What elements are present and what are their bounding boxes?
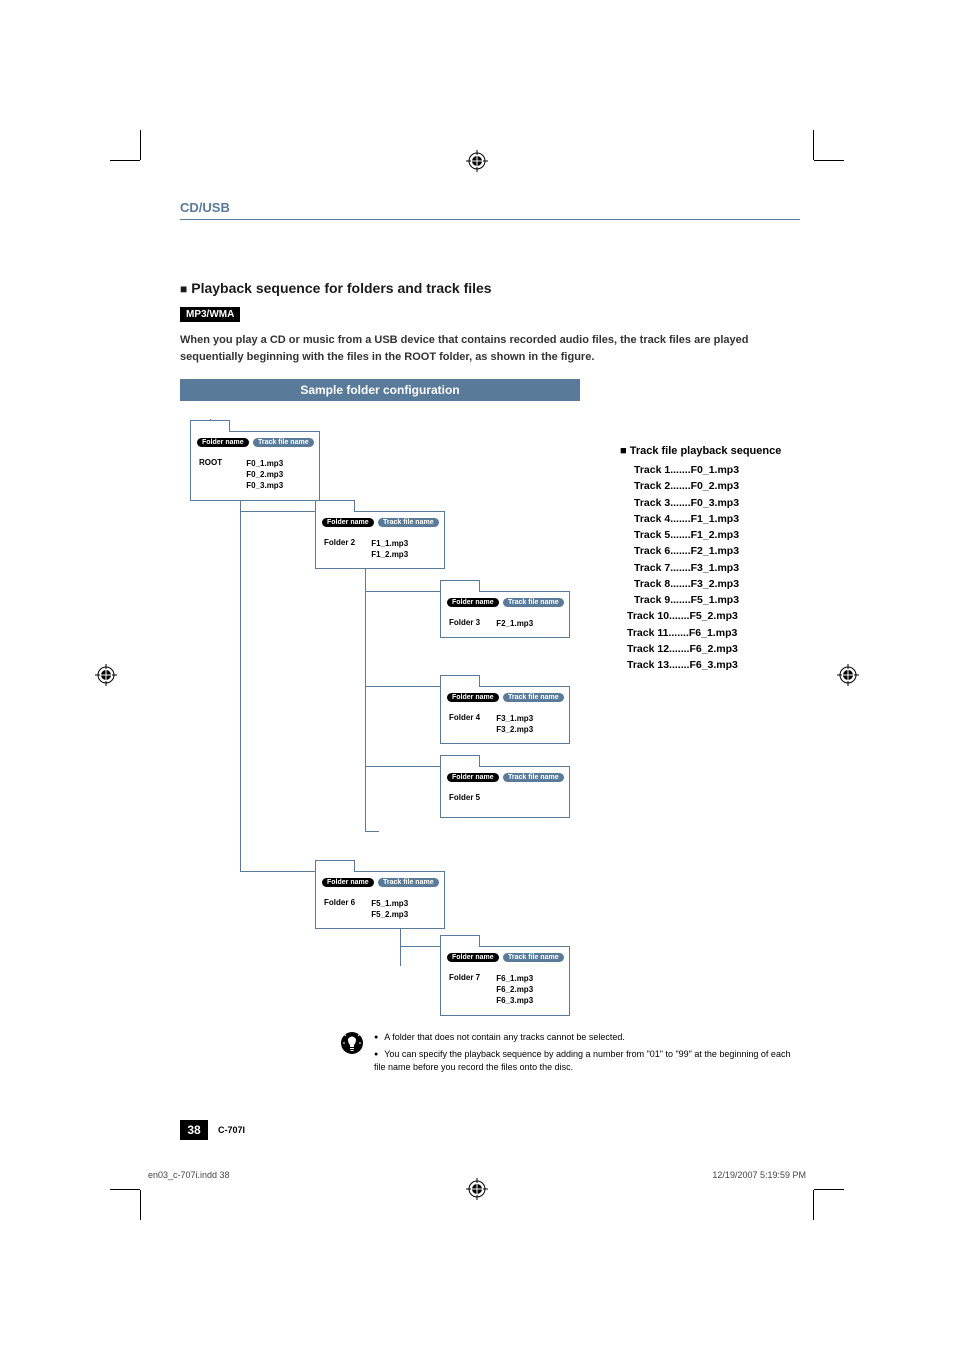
playback-sequence: ■ Track file playback sequence Track 1..… xyxy=(620,443,800,674)
track-list: F5_1.mp3F5_2.mp3 xyxy=(371,898,408,920)
note-item: You can specify the playback sequence by… xyxy=(374,1048,800,1075)
folder-label: Folder 3 xyxy=(449,618,494,627)
subtitle-text: Playback sequence for folders and track … xyxy=(191,280,491,296)
folder-6: Folder name Track file name Folder 6 F5_… xyxy=(315,871,445,929)
folder-label: ROOT xyxy=(199,458,244,467)
registration-mark-icon xyxy=(466,150,488,172)
folder-7: Folder name Track file name Folder 7 F6_… xyxy=(440,946,570,1016)
format-badge: MP3/WMA xyxy=(180,307,240,322)
pill-folder-name: Folder name xyxy=(447,693,499,702)
pill-folder-name: Folder name xyxy=(322,518,374,527)
folder-3: Folder name Track file name Folder 3 F2_… xyxy=(440,591,570,638)
print-file: en03_c-707i.indd 38 xyxy=(148,1170,230,1180)
folder-label: Folder 2 xyxy=(324,538,369,547)
sequence-row: Track 5.......F1_2.mp3 xyxy=(634,527,800,543)
crop-mark xyxy=(110,160,140,161)
registration-mark-icon xyxy=(837,664,859,686)
pill-track-file-name: Track file name xyxy=(253,438,314,447)
sequence-row: Track 1.......F0_1.mp3 xyxy=(634,462,800,478)
print-footer: en03_c-707i.indd 38 12/19/2007 5:19:59 P… xyxy=(148,1170,806,1180)
crop-mark xyxy=(110,1189,140,1190)
section-header: CD/USB xyxy=(180,200,800,215)
folder-diagram: Folder name Track file name ROOT F0_1.mp… xyxy=(180,401,800,1021)
sequence-row: Track 3.......F0_3.mp3 xyxy=(634,495,800,511)
folder-label: Folder 6 xyxy=(324,898,369,907)
sequence-row: Track 9.......F5_1.mp3 xyxy=(634,592,800,608)
sequence-row: Track 13.......F6_3.mp3 xyxy=(627,657,800,673)
intro-text: When you play a CD or music from a USB d… xyxy=(180,332,800,365)
crop-mark xyxy=(814,1189,844,1190)
crop-mark xyxy=(813,1190,814,1220)
sequence-row: Track 2.......F0_2.mp3 xyxy=(634,478,800,494)
page-footer: 38 C-707I xyxy=(180,1120,245,1140)
crop-mark xyxy=(140,130,141,160)
subtitle: ■Playback sequence for folders and track… xyxy=(180,280,800,296)
folder-label: Folder 7 xyxy=(449,973,494,982)
sequence-row: Track 6.......F2_1.mp3 xyxy=(634,543,800,559)
track-list: F2_1.mp3 xyxy=(496,618,533,629)
pill-track-file-name: Track file name xyxy=(378,518,439,527)
sample-config-header: Sample folder configuration xyxy=(180,379,580,401)
crop-mark xyxy=(140,1190,141,1220)
lightbulb-icon xyxy=(340,1031,364,1055)
registration-mark-icon xyxy=(466,1178,488,1200)
notes: A folder that does not contain any track… xyxy=(340,1031,800,1078)
sequence-row: Track 8.......F3_2.mp3 xyxy=(634,576,800,592)
sequence-title: ■ Track file playback sequence xyxy=(620,443,800,460)
pill-folder-name: Folder name xyxy=(447,953,499,962)
pill-folder-name: Folder name xyxy=(197,438,249,447)
sequence-row: Track 4.......F1_1.mp3 xyxy=(634,511,800,527)
pill-track-file-name: Track file name xyxy=(503,953,564,962)
pill-track-file-name: Track file name xyxy=(503,693,564,702)
track-list: F3_1.mp3F3_2.mp3 xyxy=(496,713,533,735)
pill-folder-name: Folder name xyxy=(447,598,499,607)
page-number: 38 xyxy=(180,1120,208,1140)
pill-track-file-name: Track file name xyxy=(503,773,564,782)
crop-mark xyxy=(814,160,844,161)
model-name: C-707I xyxy=(218,1125,245,1135)
sequence-row: Track 12.......F6_2.mp3 xyxy=(627,641,800,657)
folder-root: Folder name Track file name ROOT F0_1.mp… xyxy=(190,431,320,501)
section-rule xyxy=(180,219,800,220)
track-list: F0_1.mp3F0_2.mp3F0_3.mp3 xyxy=(246,458,283,492)
note-item: A folder that does not contain any track… xyxy=(374,1031,800,1045)
crop-mark xyxy=(813,130,814,160)
track-list: F1_1.mp3F1_2.mp3 xyxy=(371,538,408,560)
pill-folder-name: Folder name xyxy=(322,878,374,887)
print-timestamp: 12/19/2007 5:19:59 PM xyxy=(712,1170,806,1180)
folder-label: Folder 5 xyxy=(449,793,494,802)
sequence-row: Track 7.......F3_1.mp3 xyxy=(634,560,800,576)
track-list: F6_1.mp3F6_2.mp3F6_3.mp3 xyxy=(496,973,533,1007)
folder-2: Folder name Track file name Folder 2 F1_… xyxy=(315,511,445,569)
sequence-row: Track 10.......F5_2.mp3 xyxy=(627,608,800,624)
folder-label: Folder 4 xyxy=(449,713,494,722)
folder-5: Folder name Track file name Folder 5 xyxy=(440,766,570,818)
sequence-row: Track 11.......F6_1.mp3 xyxy=(627,625,800,641)
pill-folder-name: Folder name xyxy=(447,773,499,782)
pill-track-file-name: Track file name xyxy=(378,878,439,887)
pill-track-file-name: Track file name xyxy=(503,598,564,607)
folder-4: Folder name Track file name Folder 4 F3_… xyxy=(440,686,570,744)
registration-mark-icon xyxy=(95,664,117,686)
